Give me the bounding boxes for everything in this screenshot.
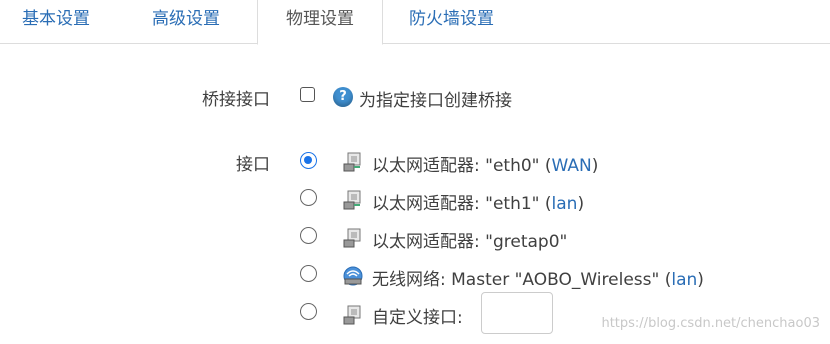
bridge-checkbox[interactable] xyxy=(300,87,315,102)
tab-bar: 基本设置 高级设置 物理设置 防火墙设置 xyxy=(0,0,830,45)
bridge-description: 为指定接口创建桥接 xyxy=(359,91,512,111)
radio-gretap0[interactable] xyxy=(300,227,317,244)
ethernet-adapter-icon xyxy=(343,305,361,325)
option-eth0-label: 以太网适配器: "eth0" (WAN) xyxy=(372,156,599,176)
zone-link-lan[interactable]: lan xyxy=(671,270,697,290)
wireless-network-icon xyxy=(343,266,363,286)
ethernet-adapter-icon xyxy=(343,152,361,172)
option-eth1-label: 以太网适配器: "eth1" (lan) xyxy=(372,194,585,214)
radio-custom[interactable] xyxy=(300,303,317,320)
tab-basic-settings[interactable]: 基本设置 xyxy=(22,0,90,44)
option-custom-label: 自定义接口: xyxy=(372,308,463,328)
tab-physical-settings[interactable]: 物理设置 xyxy=(257,0,383,45)
ethernet-adapter-icon xyxy=(343,228,361,248)
radio-eth0[interactable] xyxy=(300,152,317,169)
zone-link-lan[interactable]: lan xyxy=(552,194,578,214)
option-wireless-label: 无线网络: Master "AOBO_Wireless" (lan) xyxy=(372,270,704,290)
interface-label: 接口 xyxy=(236,155,270,175)
bridge-label: 桥接接口 xyxy=(202,90,270,110)
tab-advanced-settings[interactable]: 高级设置 xyxy=(152,0,220,44)
ethernet-adapter-icon xyxy=(343,190,361,210)
radio-wireless[interactable] xyxy=(300,265,317,282)
custom-interface-input[interactable] xyxy=(481,292,553,334)
zone-link-wan[interactable]: WAN xyxy=(552,156,592,176)
tab-firewall-settings[interactable]: 防火墙设置 xyxy=(409,0,494,44)
option-gretap0-label: 以太网适配器: "gretap0" xyxy=(372,232,568,252)
question-icon: ? xyxy=(333,87,353,107)
watermark: https://blog.csdn.net/chenchao03 xyxy=(601,316,820,331)
radio-eth1[interactable] xyxy=(300,189,317,206)
